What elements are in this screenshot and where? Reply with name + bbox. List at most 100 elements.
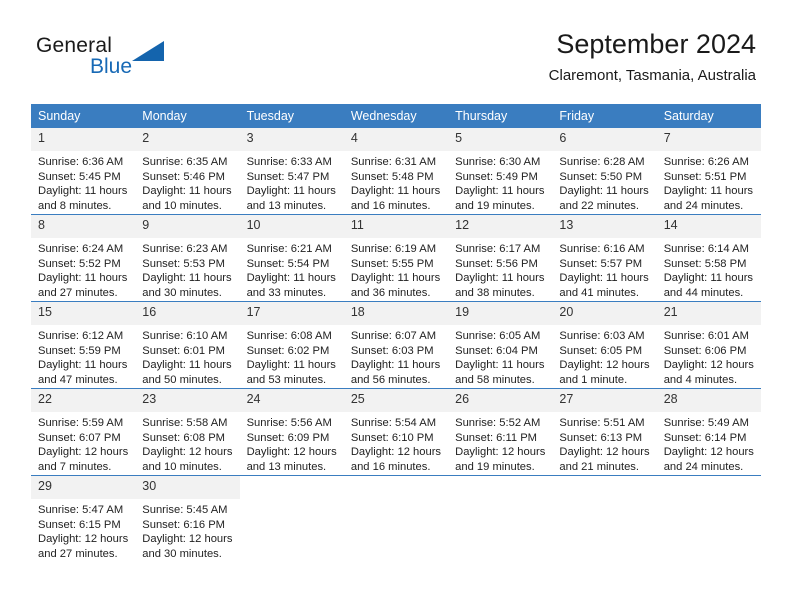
day-cell-inner: 19 Sunrise: 6:05 AM Sunset: 6:04 PM Dayligh…	[448, 302, 553, 388]
calendar-header-row: Sunday Monday Tuesday Wednesday Thursday…	[31, 104, 761, 128]
daylight-duration-line1: Daylight: 11 hours	[455, 359, 545, 372]
sunrise-time: Sunrise: 5:47 AM	[38, 504, 124, 516]
day-details: Sunrise: 6:23 AM Sunset: 5:53 PM Daylight:…	[135, 238, 239, 300]
calendar-day-cell[interactable]: 16 Sunrise: 6:10 AM Sunset: 6:01 PM Dayligh…	[135, 301, 240, 389]
sunrise-time: Sunrise: 5:45 AM	[142, 504, 228, 516]
sunrise-time: Sunrise: 6:36 AM	[38, 156, 124, 168]
general-blue-logo[interactable]: General Blue	[36, 34, 236, 86]
calendar-day-cell[interactable]: 13 Sunrise: 6:16 AM Sunset: 5:57 PM Dayligh…	[552, 214, 657, 302]
daylight-duration-line1: Daylight: 12 hours	[142, 533, 233, 546]
calendar-day-cell[interactable]: 9 Sunrise: 6:23 AM Sunset: 5:53 PM Daylight…	[135, 214, 240, 302]
daylight-duration-line1: Daylight: 12 hours	[559, 359, 650, 372]
calendar-day-cell[interactable]: 2 Sunrise: 6:35 AM Sunset: 5:46 PM Daylight…	[135, 128, 240, 215]
calendar-day-cell[interactable]: 27 Sunrise: 5:51 AM Sunset: 6:13 PM Dayligh…	[552, 388, 657, 476]
day-details: Sunrise: 5:56 AM Sunset: 6:09 PM Daylight:…	[240, 412, 344, 474]
day-cell-inner: 28 Sunrise: 5:49 AM Sunset: 6:14 PM Dayligh…	[656, 389, 761, 475]
calendar-day-cell[interactable]: 29 Sunrise: 5:47 AM Sunset: 6:15 PM Dayligh…	[31, 475, 136, 562]
sunset-time: Sunset: 6:11 PM	[455, 431, 538, 444]
day-number: 22	[31, 389, 136, 412]
sunset-time: Sunset: 5:49 PM	[455, 170, 538, 183]
day-details	[657, 499, 761, 503]
calendar-day-cell[interactable]: 30 Sunrise: 5:45 AM Sunset: 6:16 PM Dayligh…	[135, 475, 240, 562]
sunrise-time: Sunrise: 6:08 AM	[246, 330, 332, 342]
day-details: Sunrise: 6:14 AM Sunset: 5:58 PM Daylight:…	[657, 238, 761, 300]
sunrise-time: Sunrise: 6:01 AM	[663, 330, 749, 342]
daylight-duration-line2: and 10 minutes.	[142, 460, 222, 473]
day-cell-inner: 25 Sunrise: 5:54 AM Sunset: 6:10 PM Dayligh…	[343, 389, 449, 475]
sunset-time: Sunset: 5:55 PM	[350, 257, 434, 270]
day-number: 20	[552, 302, 657, 325]
day-details: Sunrise: 6:24 AM Sunset: 5:52 PM Daylight:…	[31, 238, 135, 300]
daylight-duration-line1: Daylight: 12 hours	[38, 446, 129, 459]
day-cell-inner	[552, 476, 656, 562]
calendar-day-cell[interactable]: 20 Sunrise: 6:03 AM Sunset: 6:05 PM Dayligh…	[552, 301, 657, 389]
sunset-time: Sunset: 5:48 PM	[350, 170, 434, 183]
calendar-day-cell[interactable]: 1 Sunrise: 6:36 AM Sunset: 5:45 PM Daylight…	[31, 128, 136, 215]
sunrise-time: Sunrise: 6:03 AM	[559, 330, 645, 342]
day-cell-inner: 8 Sunrise: 6:24 AM Sunset: 5:52 PM Daylight…	[31, 215, 136, 301]
day-number: 13	[552, 215, 657, 238]
calendar-day-cell[interactable]: 7 Sunrise: 6:26 AM Sunset: 5:51 PM Daylight…	[656, 128, 761, 215]
day-details: Sunrise: 6:30 AM Sunset: 5:49 PM Daylight:…	[448, 151, 552, 213]
day-details: Sunrise: 6:03 AM Sunset: 6:05 PM Daylight:…	[552, 325, 656, 387]
sunset-time: Sunset: 6:01 PM	[142, 344, 225, 357]
sunrise-time: Sunrise: 6:16 AM	[559, 243, 645, 255]
day-cell-inner: 17 Sunrise: 6:08 AM Sunset: 6:02 PM Dayligh…	[239, 302, 344, 388]
calendar-day-cell[interactable]: 5 Sunrise: 6:30 AM Sunset: 5:49 PM Daylight…	[448, 128, 553, 215]
daylight-duration-line2: and 56 minutes.	[350, 373, 431, 386]
daylight-duration-line1: Daylight: 12 hours	[350, 446, 442, 459]
day-details: Sunrise: 6:36 AM Sunset: 5:45 PM Daylight:…	[31, 151, 135, 213]
calendar-day-cell[interactable]: 15 Sunrise: 6:12 AM Sunset: 5:59 PM Dayligh…	[31, 301, 136, 389]
calendar-week-row: 1 Sunrise: 6:36 AM Sunset: 5:45 PM Daylight…	[31, 128, 761, 215]
daylight-duration-line1: Daylight: 11 hours	[246, 359, 336, 372]
calendar-day-cell[interactable]: 3 Sunrise: 6:33 AM Sunset: 5:47 PM Daylight…	[239, 128, 344, 215]
day-number: 4	[343, 128, 449, 151]
sunrise-time: Sunrise: 5:59 AM	[38, 417, 124, 429]
sunrise-time: Sunrise: 6:24 AM	[38, 243, 124, 255]
sunset-time: Sunset: 5:59 PM	[38, 344, 121, 357]
sunrise-time: Sunrise: 5:56 AM	[246, 417, 332, 429]
calendar-day-cell[interactable]: 17 Sunrise: 6:08 AM Sunset: 6:02 PM Dayligh…	[239, 301, 344, 389]
calendar-day-cell[interactable]: 4 Sunrise: 6:31 AM Sunset: 5:48 PM Daylight…	[343, 128, 449, 215]
calendar-day-cell[interactable]: 22 Sunrise: 5:59 AM Sunset: 6:07 PM Dayligh…	[31, 388, 136, 476]
day-cell-inner: 2 Sunrise: 6:35 AM Sunset: 5:46 PM Daylight…	[135, 128, 240, 214]
calendar-day-cell[interactable]: 24 Sunrise: 5:56 AM Sunset: 6:09 PM Dayligh…	[239, 388, 344, 476]
calendar-day-cell-empty	[448, 475, 553, 562]
day-number: 14	[656, 215, 761, 238]
daylight-duration-line1: Daylight: 11 hours	[142, 272, 232, 285]
daylight-duration-line2: and 24 minutes.	[663, 460, 744, 473]
day-cell-inner: 12 Sunrise: 6:17 AM Sunset: 5:56 PM Dayligh…	[448, 215, 553, 301]
calendar-day-cell[interactable]: 21 Sunrise: 6:01 AM Sunset: 6:06 PM Dayligh…	[656, 301, 761, 389]
daylight-duration-line1: Daylight: 11 hours	[246, 185, 336, 198]
sunset-time: Sunset: 6:10 PM	[350, 431, 434, 444]
day-number: 27	[552, 389, 657, 412]
calendar-day-cell[interactable]: 12 Sunrise: 6:17 AM Sunset: 5:56 PM Dayligh…	[448, 214, 553, 302]
sunset-time: Sunset: 5:47 PM	[246, 170, 330, 183]
logo-triangle-icon	[132, 41, 164, 61]
calendar-day-cell[interactable]: 25 Sunrise: 5:54 AM Sunset: 6:10 PM Dayligh…	[343, 388, 449, 476]
calendar-day-cell[interactable]: 28 Sunrise: 5:49 AM Sunset: 6:14 PM Dayligh…	[656, 388, 761, 476]
day-number: 1	[31, 128, 136, 151]
day-number: 28	[656, 389, 761, 412]
daylight-duration-line2: and 27 minutes.	[38, 547, 118, 560]
calendar-day-cell[interactable]: 19 Sunrise: 6:05 AM Sunset: 6:04 PM Dayligh…	[448, 301, 553, 389]
day-number: 2	[135, 128, 240, 151]
calendar-day-cell[interactable]: 6 Sunrise: 6:28 AM Sunset: 5:50 PM Daylight…	[552, 128, 657, 215]
sunrise-time: Sunrise: 5:54 AM	[350, 417, 437, 429]
day-number: 29	[31, 476, 136, 499]
calendar-day-cell[interactable]: 11 Sunrise: 6:19 AM Sunset: 5:55 PM Dayligh…	[343, 214, 449, 302]
calendar-day-cell[interactable]: 8 Sunrise: 6:24 AM Sunset: 5:52 PM Daylight…	[31, 214, 136, 302]
day-details: Sunrise: 6:07 AM Sunset: 6:03 PM Daylight:…	[344, 325, 448, 387]
sunrise-time: Sunrise: 6:07 AM	[350, 330, 437, 342]
day-number: 10	[239, 215, 344, 238]
daylight-duration-line2: and 38 minutes.	[455, 286, 535, 299]
daylight-duration-line1: Daylight: 11 hours	[246, 272, 336, 285]
calendar-day-cell[interactable]: 23 Sunrise: 5:58 AM Sunset: 6:08 PM Dayligh…	[135, 388, 240, 476]
calendar-day-cell[interactable]: 18 Sunrise: 6:07 AM Sunset: 6:03 PM Dayligh…	[343, 301, 449, 389]
calendar-day-cell[interactable]: 14 Sunrise: 6:14 AM Sunset: 5:58 PM Dayligh…	[656, 214, 761, 302]
calendar-week-row: 8 Sunrise: 6:24 AM Sunset: 5:52 PM Daylight…	[31, 214, 761, 302]
calendar-day-cell[interactable]: 10 Sunrise: 6:21 AM Sunset: 5:54 PM Dayligh…	[239, 214, 344, 302]
day-details: Sunrise: 5:54 AM Sunset: 6:10 PM Daylight:…	[344, 412, 448, 474]
day-cell-inner: 27 Sunrise: 5:51 AM Sunset: 6:13 PM Dayligh…	[552, 389, 657, 475]
calendar-day-cell[interactable]: 26 Sunrise: 5:52 AM Sunset: 6:11 PM Dayligh…	[448, 388, 553, 476]
